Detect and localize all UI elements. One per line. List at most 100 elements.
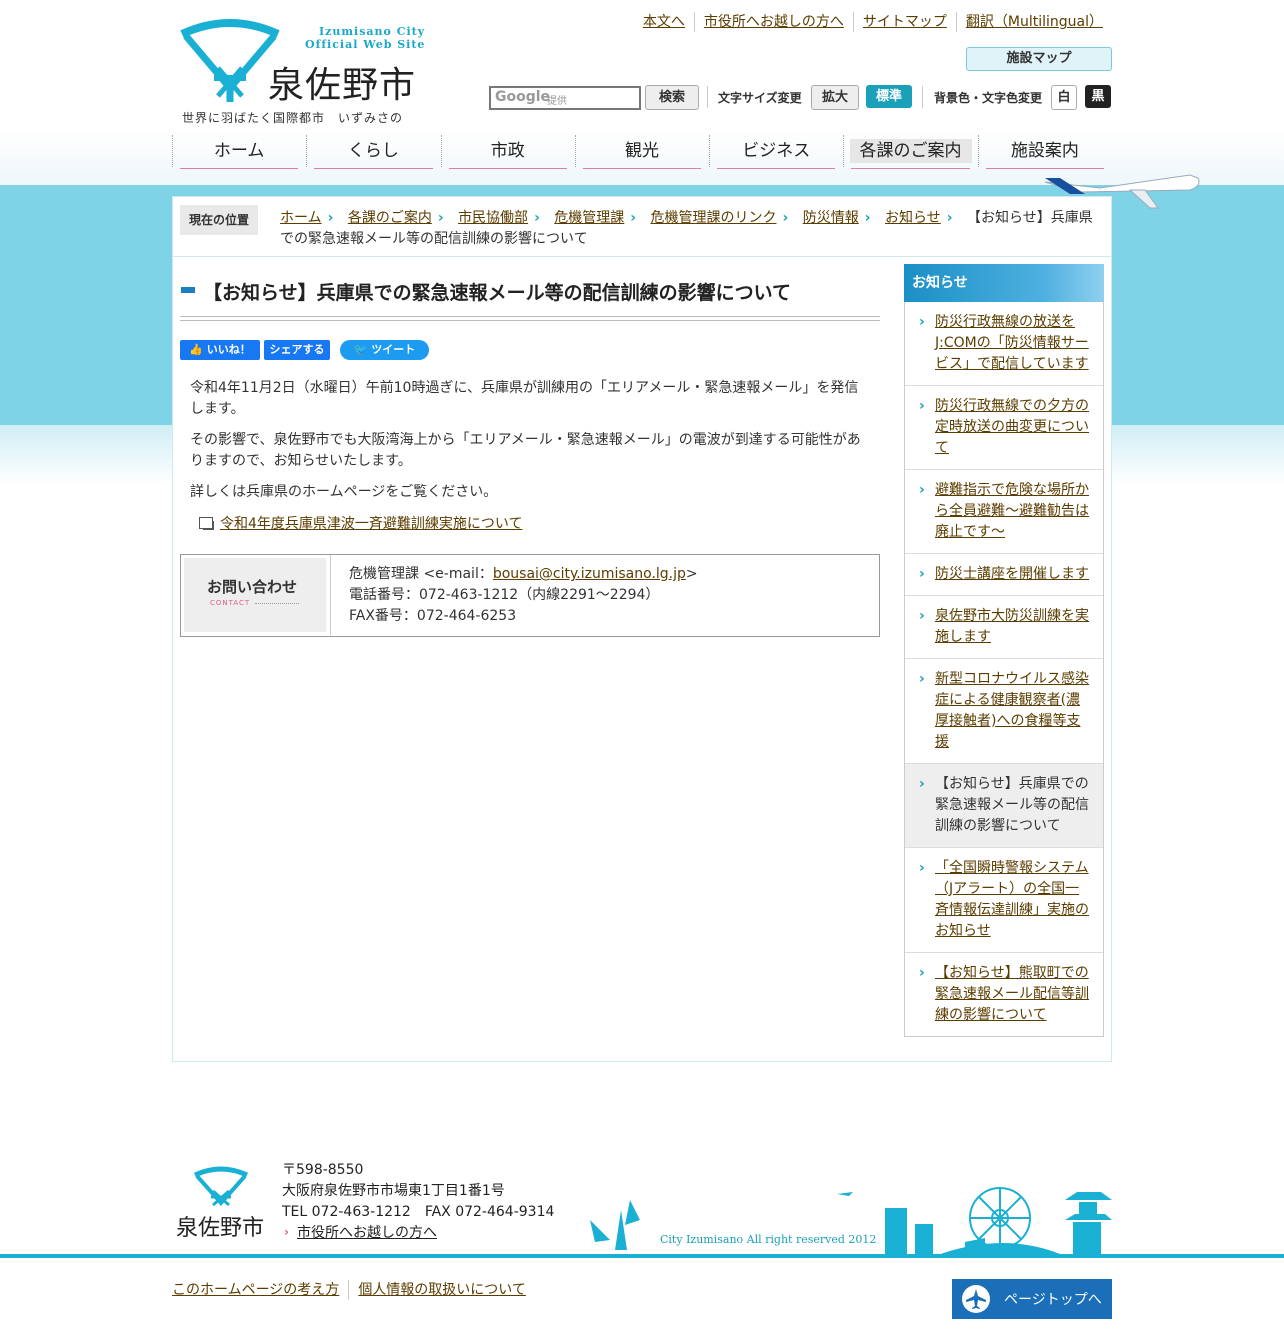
nav-label: くらし [347, 141, 399, 161]
airplane-icon [962, 1285, 990, 1313]
footer-tel-fax: TEL 072-463-1212 FAX 072-464-9314 [282, 1204, 555, 1220]
chevron-right-icon: › [284, 1225, 289, 1239]
contact-dept: 危機管理課 <e-mail：bousai@city.izumisano.lg.j… [349, 564, 698, 585]
search-provided-label: 提供 [547, 96, 567, 107]
sidebar-item-label[interactable]: 泉佐野市大防災訓練を実施します [935, 608, 1089, 645]
nav-label: ビジネス [742, 141, 811, 161]
privacy-policy-link[interactable]: 個人情報の取扱いについて [348, 1280, 535, 1300]
font-size-label: 文字サイズ変更 [718, 91, 802, 105]
chevron-right-icon: › [919, 608, 925, 624]
external-window-icon [199, 517, 214, 530]
nav-label: 施設案内 [1010, 141, 1079, 161]
nav-item-living[interactable]: くらし [306, 131, 440, 171]
divider [922, 86, 923, 108]
article-paragraph: 詳しくは兵庫県のホームページをご覧ください。 [190, 484, 498, 500]
nav-item-tourism[interactable]: 観光 [574, 131, 709, 171]
breadcrumb-item-civic[interactable]: 市民協働部 [458, 210, 528, 226]
sidebar-item-label[interactable]: 【お知らせ】熊取町での緊急速報メール配信等訓練の影響について [935, 965, 1089, 1023]
tweet-label: ツイート [371, 343, 416, 356]
sidebar-list: › 防災行政無線の放送をJ:COMの「防災情報サービス」で配信しています › 防災行… [904, 302, 1104, 1037]
footer-address: 大阪府泉佐野市市場東1丁目1番1号 [282, 1183, 505, 1199]
sidebar-item-label[interactable]: 防災行政無線の放送をJ:COMの「防災情報サービス」で配信しています [935, 314, 1089, 372]
contact-email-link[interactable]: bousai@city.izumisano.lg.jp [493, 566, 686, 582]
article-paragraph: 令和4年11月2日（水曜日）午前10時過ぎに、兵庫県が訓練用の「エリアメール・緊… [190, 380, 859, 417]
footer-links: このホームページの考え方 個人情報の取扱いについて [172, 1280, 535, 1300]
chevron-right-icon: › [919, 314, 925, 330]
sidebar-item[interactable]: › 防災士講座を開催します [905, 553, 1103, 595]
sidebar-item[interactable]: › 泉佐野市大防災訓練を実施します [905, 595, 1103, 658]
sidebar-item[interactable]: › 防災行政無線の放送をJ:COMの「防災情報サービス」で配信しています [905, 302, 1103, 385]
chevron-right-icon: › [437, 210, 444, 226]
twitter-bird-icon: 🐦 [353, 343, 368, 356]
search-input[interactable]: Google 提供 [489, 86, 641, 110]
nav-item-city-admin[interactable]: 市政 [440, 131, 575, 171]
utility-links: 本文へ 市役所へお越しの方へ サイトマップ 翻訳（Multilingual） [634, 12, 1112, 32]
article-paragraph: その影響で、泉佐野市でも大阪湾海上から「エリアメール・緊急速報メール」の電波が到… [190, 432, 861, 469]
breadcrumb-item-departments[interactable]: 各課のご案内 [348, 210, 432, 226]
nav-item-home[interactable]: ホーム [172, 131, 306, 171]
chevron-right-icon: › [919, 965, 925, 981]
contact-title: お問い合わせ [207, 578, 298, 596]
sidebar-item[interactable]: › 「全国瞬時警報システム（Jアラート）の全国一斉情報伝達訓練」実施のお知らせ [905, 847, 1103, 952]
sidebar-item-label[interactable]: 防災行政無線での夕方の定時放送の曲変更について [935, 398, 1089, 456]
breadcrumb-item-crisis-links[interactable]: 危機管理課のリンク [651, 210, 777, 226]
tweet-button[interactable]: 🐦 ツイート [340, 340, 429, 360]
chevron-right-icon: › [630, 210, 637, 226]
nav-label: 各課のご案内 [849, 139, 972, 163]
nav-item-facilities[interactable]: 施設案内 [977, 131, 1112, 171]
chevron-right-icon: › [919, 566, 925, 582]
breadcrumb-item-crisis[interactable]: 危機管理課 [554, 210, 624, 226]
skip-to-content-link[interactable]: 本文へ [634, 12, 694, 32]
like-label: いいね！ [206, 343, 251, 356]
chevron-right-icon: › [534, 210, 540, 226]
footer-visit-link[interactable]: 市役所へお越しの方へ [297, 1223, 437, 1244]
nav-item-business[interactable]: ビジネス [709, 131, 843, 171]
font-size-standard-button[interactable]: 標準 [866, 85, 912, 108]
sidebar-item-label: 【お知らせ】兵庫県での緊急速報メール等の配信訓練の影響について [935, 776, 1089, 834]
facebook-share-button[interactable]: シェアする [264, 340, 330, 360]
color-white-button[interactable]: 白 [1051, 85, 1077, 110]
sidebar-item-label[interactable]: 避難指示で危険な場所から全員避難～避難勧告は廃止です～ [935, 482, 1089, 540]
sidebar-item[interactable]: › 【お知らせ】熊取町での緊急速報メール配信等訓練の影響について [905, 952, 1103, 1036]
sidebar-item-current: › 【お知らせ】兵庫県での緊急速報メール等の配信訓練の影響について [905, 763, 1103, 847]
chevron-right-icon: › [919, 398, 925, 414]
chevron-right-icon: › [327, 210, 334, 226]
breadcrumb-item-notices[interactable]: お知らせ [885, 210, 941, 226]
breadcrumb: ホーム › 各課のご案内 › 市民協働部 › 危機管理課 › 危機管理課のリンク › 防災… [280, 208, 1100, 250]
page-top-button[interactable]: ページトップへ [952, 1279, 1112, 1319]
contact-phone: 電話番号：072-463-1212（内線2291～2294） [349, 587, 660, 603]
translate-link[interactable]: 翻訳（Multilingual） [955, 12, 1112, 32]
logo-english-line2: Official Web Site [305, 38, 426, 51]
hyogo-drill-link[interactable]: 令和4年度兵庫県津波一斉避難訓練実施について [220, 513, 523, 533]
chevron-right-icon: › [919, 482, 925, 498]
sidebar-item[interactable]: › 新型コロナウイルス感染症による健康観察者(濃厚接触者)への食糧等支援 [905, 658, 1103, 763]
sidebar-item-label[interactable]: 「全国瞬時警報システム（Jアラート）の全国一斉情報伝達訓練」実施のお知らせ [935, 860, 1089, 939]
sidebar-item[interactable]: › 防災行政無線での夕方の定時放送の曲変更について [905, 385, 1103, 469]
divider [173, 256, 1111, 257]
breadcrumb-item-disaster-info[interactable]: 防災情報 [803, 210, 859, 226]
breadcrumb-item-home[interactable]: ホーム [280, 210, 322, 226]
sidebar-item[interactable]: › 避難指示で危険な場所から全員避難～避難勧告は廃止です～ [905, 469, 1103, 553]
divider [707, 86, 708, 108]
search-button[interactable]: 検索 [645, 85, 699, 110]
site-policy-link[interactable]: このホームページの考え方 [172, 1280, 348, 1300]
facebook-like-button[interactable]: 👍 いいね！ [180, 340, 260, 360]
color-change-label: 背景色・文字色変更 [934, 91, 1043, 105]
sitemap-link[interactable]: サイトマップ [852, 12, 956, 32]
divider [330, 555, 331, 635]
visitor-info-link[interactable]: 市役所へお越しの方へ [693, 12, 853, 32]
nav-item-departments[interactable]: 各課のご案内 [843, 131, 977, 171]
font-size-large-button[interactable]: 拡大 [811, 85, 859, 110]
facility-map-button[interactable]: 施設マップ [966, 47, 1112, 71]
footer-city-name: 泉佐野市 [176, 1216, 265, 1241]
chevron-right-icon: › [864, 210, 871, 226]
nav-label: 観光 [624, 141, 659, 161]
title-rule [180, 316, 880, 321]
chevron-right-icon: › [919, 776, 925, 792]
footer-postal: 〒598-8550 [282, 1162, 364, 1178]
page-title: 【お知らせ】兵庫県での緊急速報メール等の配信訓練の影響について [203, 282, 792, 304]
color-black-button[interactable]: 黒 [1085, 85, 1111, 108]
sidebar-item-label[interactable]: 防災士講座を開催します [935, 566, 1089, 582]
thumbs-up-icon: 👍 [189, 343, 203, 356]
sidebar-item-label[interactable]: 新型コロナウイルス感染症による健康観察者(濃厚接触者)への食糧等支援 [935, 671, 1089, 750]
